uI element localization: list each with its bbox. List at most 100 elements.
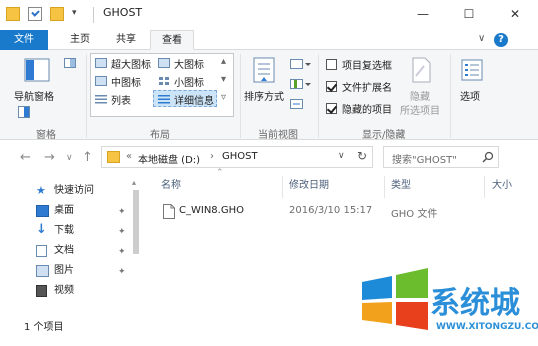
minimize-button[interactable]: — [400, 0, 446, 30]
pin-icon[interactable]: ✦ [118, 247, 126, 257]
nav-item-label: 图片 [54, 265, 74, 276]
ribbon-tab-bar: 文件 主页 共享 查看 ∨ [0, 30, 538, 50]
properties-button[interactable] [28, 7, 42, 21]
address-prefix[interactable]: « [126, 151, 132, 162]
maximize-button[interactable]: ☐ [446, 0, 492, 30]
layout-option-extra-large[interactable]: 超大图标 [111, 56, 151, 71]
star-icon: ★ [36, 184, 46, 197]
group-divider [318, 54, 319, 138]
picture-icon [36, 265, 49, 277]
group-by-icon[interactable] [290, 58, 312, 70]
item-checkboxes-label: 项目复选框 [342, 61, 392, 72]
tab-view[interactable]: 查看 [150, 30, 194, 50]
options-icon[interactable] [460, 58, 484, 82]
up-button[interactable]: ↑ [82, 150, 93, 165]
column-divider[interactable] [384, 176, 385, 198]
medium-icons-icon [95, 76, 107, 86]
column-header-date[interactable]: 修改日期 [289, 174, 329, 198]
hide-selected-button[interactable]: 隐藏 [410, 88, 430, 103]
download-icon: ↓ [36, 222, 47, 237]
tab-file[interactable]: 文件 [0, 30, 48, 50]
breadcrumb-folder[interactable]: GHOST [222, 151, 258, 162]
search-icon[interactable] [482, 151, 494, 163]
ribbon-panel: 导航窗格 窗格 超大图标 大图标 中图标 小图标 列表 详细信息 ▴ ▾ ▿ 布… [0, 50, 538, 141]
gallery-expand-icon[interactable]: ▿ [221, 92, 226, 103]
sort-by-button[interactable]: 排序方式 [244, 88, 284, 103]
nav-item-label: 快速访问 [54, 185, 94, 196]
watermark-title: 系统城 [430, 286, 520, 321]
window-title: GHOST [103, 6, 143, 19]
hidden-items-checkbox[interactable] [326, 103, 337, 114]
pin-icon[interactable]: ✦ [118, 267, 126, 277]
add-columns-icon[interactable] [290, 78, 312, 90]
group-divider [240, 54, 241, 138]
file-type: GHO 文件 [391, 209, 438, 220]
hidden-items-label: 隐藏的项目 [342, 105, 392, 116]
file-icon [163, 204, 175, 219]
recent-locations-icon[interactable]: ∨ [66, 153, 73, 163]
gallery-scroll-down-icon[interactable]: ▾ [221, 74, 226, 85]
layout-group-label: 布局 [150, 130, 170, 141]
status-item-count: 1 个项目 [24, 322, 64, 333]
folder-icon [107, 151, 120, 163]
size-columns-icon[interactable] [290, 98, 304, 110]
column-divider[interactable] [484, 176, 485, 198]
breadcrumb-separator[interactable]: › [210, 151, 214, 162]
file-extensions-checkbox[interactable] [326, 81, 337, 92]
address-dropdown-icon[interactable]: ∨ [338, 151, 345, 161]
help-icon[interactable]: ? [494, 33, 508, 47]
layout-option-details[interactable]: 详细信息 [174, 92, 214, 107]
column-header-name[interactable]: 名称 [161, 174, 181, 198]
tab-home[interactable]: 主页 [58, 30, 102, 50]
gallery-scroll-up-icon[interactable]: ▴ [221, 56, 226, 67]
preview-pane-icon[interactable] [64, 58, 76, 68]
details-pane-icon[interactable] [18, 106, 30, 118]
hide-selected-sublabel: 所选项目 [400, 106, 440, 117]
pin-icon[interactable]: ✦ [118, 207, 126, 217]
column-header-type[interactable]: 类型 [391, 174, 411, 198]
options-button[interactable]: 选项 [460, 88, 480, 103]
title-bar: ▾ GHOST — ☐ ✕ [0, 0, 538, 30]
current-view-group-label: 当前视图 [258, 130, 298, 141]
close-button[interactable]: ✕ [492, 0, 538, 30]
forward-button[interactable]: → [44, 150, 55, 165]
sort-by-icon[interactable] [252, 56, 276, 84]
item-checkboxes-checkbox[interactable] [326, 59, 337, 70]
document-icon [36, 245, 47, 257]
breadcrumb-drive[interactable]: 本地磁盘 (D:) [138, 151, 200, 166]
column-header-size[interactable]: 大小 [492, 174, 512, 198]
layout-option-list[interactable]: 列表 [111, 92, 131, 107]
hide-selected-icon [412, 57, 431, 83]
back-button[interactable]: ← [20, 150, 31, 165]
quick-access-dropdown-icon[interactable]: ▾ [72, 8, 77, 18]
column-divider[interactable] [282, 176, 283, 198]
layout-option-medium[interactable]: 中图标 [111, 74, 141, 89]
extra-large-icons-icon [95, 58, 107, 68]
pin-icon[interactable]: ✦ [118, 227, 126, 237]
folder-icon [6, 7, 20, 21]
search-input[interactable]: 搜索"GHOST" [392, 151, 457, 166]
list-icon [95, 95, 107, 104]
nav-pane-scrollbar[interactable]: ▴ [130, 178, 142, 318]
scroll-thumb[interactable] [133, 190, 139, 254]
layout-option-large[interactable]: 大图标 [174, 56, 204, 71]
ribbon-collapse-icon[interactable]: ∨ [478, 33, 485, 44]
nav-pane-button[interactable]: 导航窗格 [14, 88, 54, 103]
desktop-icon [36, 205, 49, 217]
search-box[interactable]: 搜索"GHOST" [383, 146, 499, 168]
small-icons-icon [159, 77, 169, 85]
new-folder-button[interactable] [50, 7, 64, 21]
table-row[interactable]: C_WIN8.GHO 2016/3/10 15:17 GHO 文件 [157, 202, 538, 222]
nav-item-label: 文档 [54, 245, 74, 256]
pane-group-label: 窗格 [36, 130, 56, 141]
address-bar[interactable]: « 本地磁盘 (D:) › GHOST ∨ ↻ [101, 146, 373, 168]
layout-option-small[interactable]: 小图标 [174, 74, 204, 89]
watermark-logo [362, 268, 428, 330]
file-modified: 2016/3/10 15:17 [289, 205, 373, 216]
scroll-up-icon[interactable]: ▴ [132, 178, 136, 187]
nav-item-label: 视频 [54, 285, 74, 296]
tab-share[interactable]: 共享 [104, 30, 148, 50]
navigation-pane-icon[interactable] [24, 58, 50, 82]
nav-item-label: 桌面 [54, 205, 74, 216]
refresh-icon[interactable]: ↻ [357, 149, 367, 163]
